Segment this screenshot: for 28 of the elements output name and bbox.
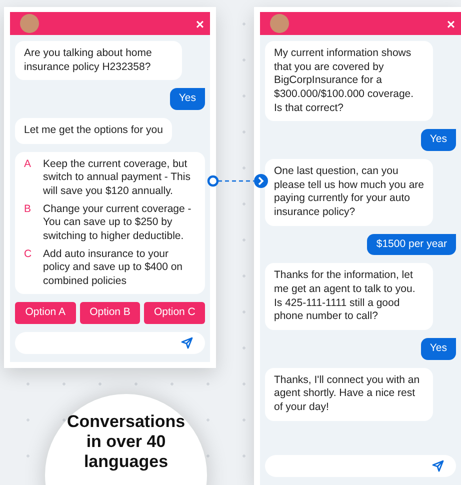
send-icon[interactable] — [181, 337, 193, 350]
bot-message: One last question, can you please tell us how much you are paying currently for your auto insurance policy? — [265, 158, 434, 226]
option-button[interactable]: Option A — [15, 302, 76, 324]
avatar-circle — [270, 14, 289, 33]
message-input[interactable] — [265, 455, 456, 477]
bot-message: Thanks for the information, let me get an agent to talk to you. Is 425-111-1111 still a good phone number to call? — [265, 263, 434, 330]
user-message: $1500 per year — [367, 234, 456, 256]
message-input[interactable] — [15, 332, 205, 354]
option-button[interactable]: Option B — [80, 302, 140, 324]
option-text: Add auto insurance to your policy and save up to $400 on combined policies — [43, 248, 184, 288]
bot-message: Let me get the options for you — [15, 118, 172, 144]
option-text: Keep the current coverage, but switch to annual payment - This will save you $120 annually. — [43, 158, 192, 199]
option-letter: B — [24, 202, 32, 217]
user-message: Yes — [170, 88, 205, 110]
avatar-circle — [20, 14, 39, 33]
close-button[interactable]: × — [196, 16, 204, 30]
user-message: Yes — [420, 129, 456, 151]
bot-message: My current information shows that you are covered by BigCorpInsurance for a $300.000/$100.000 coverage. Is that correct? — [265, 41, 434, 122]
option-text: Change your current coverage - You can save up to $250 by switching to higher deductible. — [43, 202, 192, 244]
option-button[interactable]: Option C — [144, 302, 206, 324]
option-letter: C — [24, 248, 33, 262]
bot-message: Thanks, I'll connect you with an agent shortly. Have a nice rest of your day! — [265, 368, 434, 420]
user-message: Yes — [420, 338, 456, 360]
option-letter: A — [24, 158, 32, 172]
banner-text: Conversations in over 40 languages — [66, 412, 186, 472]
bot-message: Are you talking about home insurance policy H232358? — [15, 41, 182, 80]
send-icon[interactable] — [432, 460, 444, 472]
close-button[interactable]: × — [446, 16, 455, 30]
